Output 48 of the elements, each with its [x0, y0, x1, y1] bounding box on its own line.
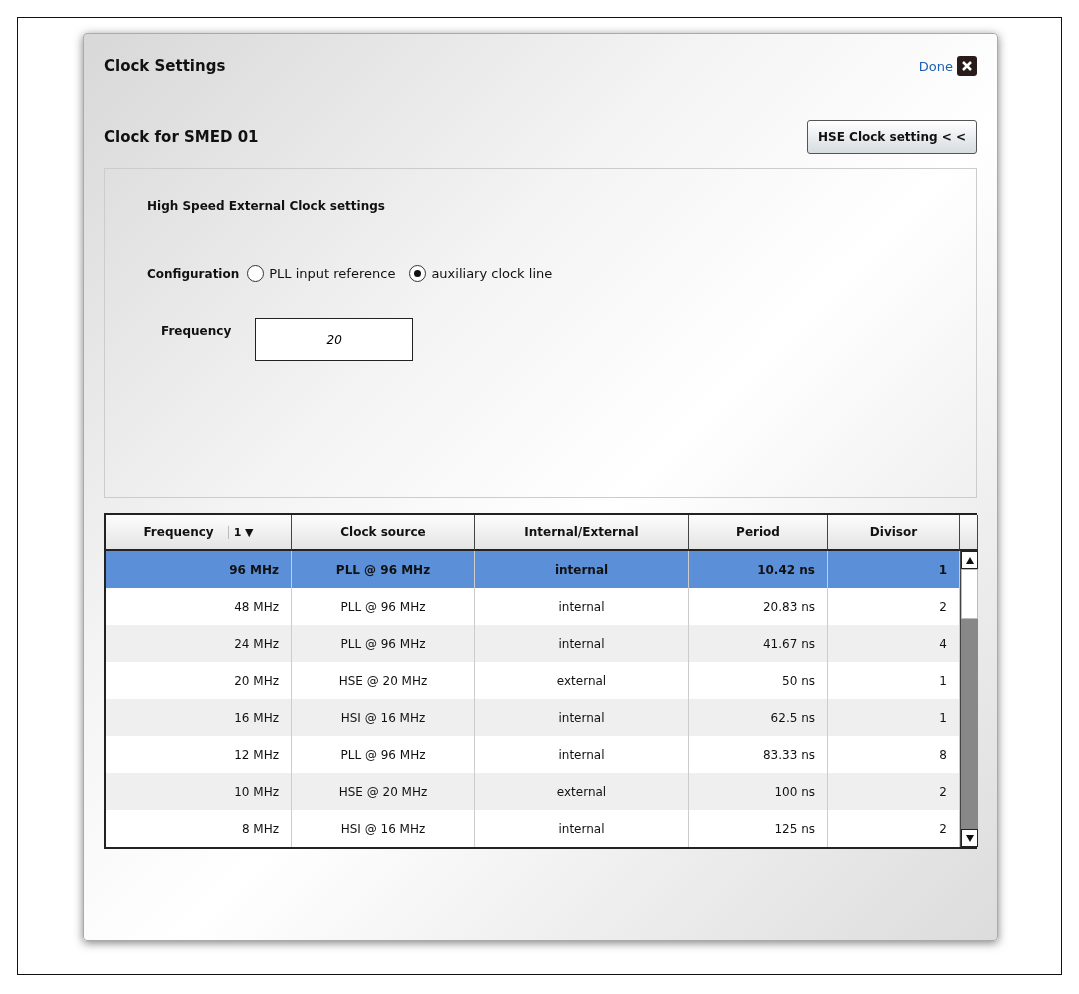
header-corner	[960, 515, 978, 551]
table-cell: 1	[828, 699, 960, 736]
radio-button[interactable]	[247, 265, 265, 282]
frequency-field[interactable]: 20	[255, 318, 414, 361]
hse-clock-setting-button[interactable]: HSE Clock setting < <	[807, 120, 977, 154]
table-cell: 10.42 ns	[689, 551, 828, 588]
sort-indicator[interactable]: 1 ▼	[227, 525, 254, 539]
frequency-label: Frequency	[161, 324, 232, 338]
done-link[interactable]: Done	[918, 58, 953, 74]
table-cell: internal	[475, 810, 689, 847]
table-cell: 24 MHz	[106, 625, 292, 662]
table-cell: 4	[828, 625, 960, 662]
table-cell: HSI @ 16 MHz	[292, 810, 475, 847]
configuration-label: Configuration	[147, 266, 240, 281]
table-cell: 10 MHz	[106, 773, 292, 810]
column-header[interactable]: Period	[689, 515, 828, 551]
table-cell: 8 MHz	[106, 810, 292, 847]
table-cell: 62.5 ns	[689, 699, 828, 736]
section-title: Clock for SMED 01	[104, 128, 259, 146]
column-header[interactable]: Divisor	[828, 515, 960, 551]
table-cell: external	[475, 773, 689, 810]
scroll-down-icon[interactable]	[961, 829, 978, 847]
table-cell: 125 ns	[689, 810, 828, 847]
panel-heading: High Speed External Clock settings	[147, 199, 386, 213]
dialog-title: Clock Settings	[104, 57, 226, 75]
column-header[interactable]: Frequency 1 ▼	[106, 515, 292, 551]
table-cell: internal	[475, 551, 689, 588]
column-header[interactable]: Clock source	[292, 515, 475, 551]
table-cell: PLL @ 96 MHz	[292, 625, 475, 662]
table-cell: 1	[828, 551, 960, 588]
scroll-up-icon[interactable]	[961, 551, 978, 569]
table-cell: 100 ns	[689, 773, 828, 810]
table-cell: PLL @ 96 MHz	[292, 551, 475, 588]
radio-button[interactable]	[409, 265, 427, 282]
radio-label[interactable]: auxiliary clock line	[431, 266, 553, 281]
scrollbar-thumb[interactable]	[961, 569, 978, 619]
table-cell: 16 MHz	[106, 699, 292, 736]
radio-label[interactable]: PLL input reference	[269, 266, 396, 281]
close-icon[interactable]	[957, 56, 977, 76]
table-cell: 96 MHz	[106, 551, 292, 588]
table-cell: 41.67 ns	[689, 625, 828, 662]
table-cell: 2	[828, 773, 960, 810]
table-cell: HSI @ 16 MHz	[292, 699, 475, 736]
table-cell: internal	[475, 699, 689, 736]
table-cell: HSE @ 20 MHz	[292, 773, 475, 810]
table-cell: internal	[475, 625, 689, 662]
column-header[interactable]: Internal/External	[475, 515, 689, 551]
scrollbar[interactable]	[960, 551, 978, 847]
